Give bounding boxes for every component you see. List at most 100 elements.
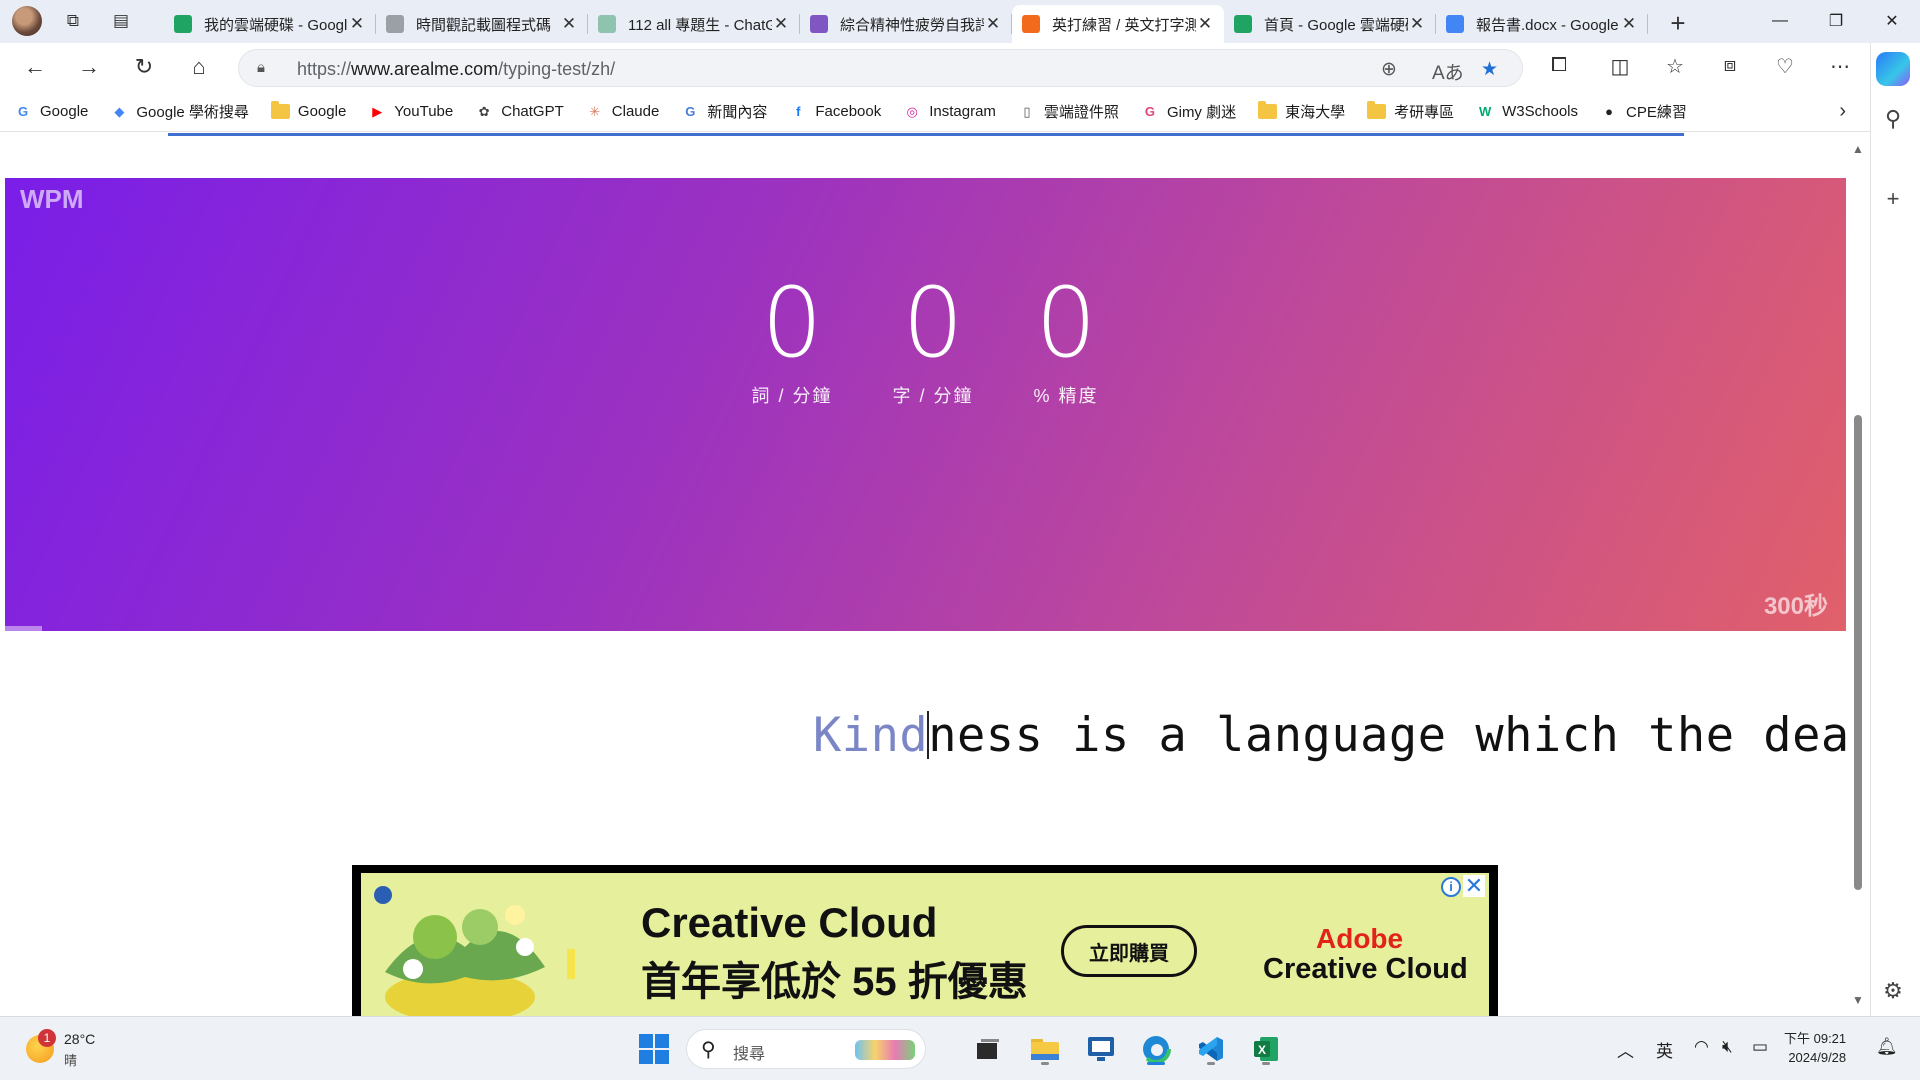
browser-tab[interactable]: 時間觀記載圖程式碼 ✕ xyxy=(376,5,588,43)
sidebar-add-icon[interactable]: + xyxy=(1880,186,1906,212)
ad-close-icon[interactable]: ✕ xyxy=(1463,875,1485,897)
bookmark-item[interactable]: ▶ YouTube xyxy=(368,103,453,121)
task-view-button[interactable] xyxy=(970,1031,1006,1067)
stat-characters-per-minute: 0 字 / 分鐘 xyxy=(863,268,1003,408)
bookmark-item[interactable]: G Gimy 劇迷 xyxy=(1141,101,1236,122)
bookmark-item[interactable]: ● CPE練習 xyxy=(1600,101,1687,122)
lock-icon[interactable]: 🔒︎ xyxy=(257,59,265,76)
folder-icon xyxy=(1031,1039,1059,1060)
bookmark-item[interactable]: 東海大學 xyxy=(1258,101,1345,122)
home-button[interactable]: ⌂ xyxy=(184,54,214,80)
close-tab-icon[interactable]: ✕ xyxy=(984,14,1002,34)
close-tab-icon[interactable]: ✕ xyxy=(772,14,790,34)
notification-bell-icon[interactable]: 🔔︎ xyxy=(1876,1037,1898,1057)
ad-brand-product: Creative Cloud xyxy=(1263,953,1468,985)
bookmark-item[interactable]: G 新聞內容 xyxy=(681,101,767,122)
new-tab-button[interactable]: + xyxy=(1663,8,1693,39)
input-method-indicator[interactable]: 英 xyxy=(1656,1037,1673,1062)
url-text[interactable]: https://www.arealme.com/typing-test/zh/ xyxy=(297,59,615,80)
start-button[interactable] xyxy=(636,1031,672,1067)
browser-tab[interactable]: 112 all 專題生 - ChatGPT✕ xyxy=(588,5,800,43)
close-tab-icon[interactable]: ✕ xyxy=(1408,14,1426,34)
profile-avatar[interactable] xyxy=(12,6,42,36)
edge-browser-button[interactable] xyxy=(1138,1031,1174,1067)
sidebar-search-icon[interactable]: ⚲ xyxy=(1880,106,1906,132)
refresh-button[interactable]: ↻ xyxy=(129,54,159,80)
bookmark-item[interactable]: W W3Schools xyxy=(1476,103,1578,121)
typing-text-area[interactable]: Kindness is a language which the deaf ca xyxy=(813,708,1870,763)
sidebar-settings-icon[interactable]: ⚙ xyxy=(1880,978,1906,1004)
vertical-tabs-icon[interactable]: ▤ xyxy=(108,8,134,34)
browser-tab[interactable]: 報告書.docx - Google 文件✕ xyxy=(1436,5,1648,43)
github-icon: ● xyxy=(1605,104,1613,119)
running-indicator xyxy=(1041,1062,1049,1065)
favorite-star-icon[interactable]: ★ xyxy=(1481,58,1498,81)
scroll-down-arrow-icon[interactable]: ▼ xyxy=(1852,993,1864,1007)
bookmark-item[interactable]: ▯ 雲端證件照 xyxy=(1018,101,1119,122)
scroll-up-arrow-icon[interactable]: ▲ xyxy=(1852,142,1864,156)
stat-label: % 精度 xyxy=(1033,386,1099,406)
workspaces-icon[interactable]: ⧉ xyxy=(60,8,86,34)
close-tab-icon[interactable]: ✕ xyxy=(1196,14,1214,34)
wifi-icon[interactable]: ◠ xyxy=(1694,1037,1709,1057)
show-hidden-icons-chevron-icon[interactable]: ︿ xyxy=(1617,1037,1634,1062)
close-tab-icon[interactable]: ✕ xyxy=(560,14,578,34)
weather-widget[interactable]: 1 28°C 晴 xyxy=(22,1029,112,1069)
clock-time: 下午 09:21 xyxy=(1784,1031,1847,1046)
minimize-button[interactable]: — xyxy=(1752,0,1808,42)
forward-button[interactable]: → xyxy=(74,54,104,80)
favorites-icon[interactable]: ☆ xyxy=(1661,54,1689,79)
bookmark-item[interactable]: ✳ Claude xyxy=(586,103,659,121)
taskbar-search-box[interactable]: ⚲ 搜尋 xyxy=(686,1029,926,1069)
split-screen-icon[interactable]: ◫ xyxy=(1606,54,1634,79)
copilot-icon[interactable] xyxy=(1876,52,1910,86)
back-button[interactable]: ← xyxy=(20,54,50,80)
close-tab-icon[interactable]: ✕ xyxy=(348,14,366,34)
speaker-muted-icon[interactable]: 🔇︎ xyxy=(1722,1037,1733,1057)
restore-button[interactable]: ❐ xyxy=(1808,0,1864,42)
bookmark-item[interactable]: ◆ Google 學術搜尋 xyxy=(110,101,249,122)
advertisement-banner[interactable]: Creative Cloud 首年享低於 55 折優惠 立即購買 Adobe C… xyxy=(352,865,1498,1016)
page-scrollbar[interactable]: ▲ ▼ xyxy=(1846,133,1870,1016)
battery-icon[interactable]: ▭ xyxy=(1752,1037,1768,1057)
bookmark-item[interactable]: 考研專區 xyxy=(1367,101,1454,122)
bookmark-item[interactable]: ◎ Instagram xyxy=(903,103,996,121)
excel-button[interactable]: X xyxy=(1248,1031,1284,1067)
extensions-icon[interactable]: ⧠ xyxy=(1545,54,1573,77)
browser-essentials-icon[interactable]: ♡ xyxy=(1771,54,1799,79)
address-bar[interactable]: 🔒︎ https://www.arealme.com/typing-test/z… xyxy=(238,49,1523,87)
read-aloud-icon[interactable]: Aあ xyxy=(1432,58,1464,85)
ad-buy-button[interactable]: 立即購買 xyxy=(1061,925,1197,977)
more-menu-icon[interactable]: ⋯ xyxy=(1826,54,1854,79)
stat-words-per-minute: 0 詞 / 分鐘 xyxy=(722,268,862,408)
bookmark-item[interactable]: ✿ ChatGPT xyxy=(475,103,564,121)
bookmark-label: Google 學術搜尋 xyxy=(136,104,249,121)
browser-tab[interactable]: 英打練習 / 英文打字測試✕ xyxy=(1012,5,1224,43)
vscode-button[interactable] xyxy=(1193,1031,1229,1067)
browser-tab[interactable]: 我的雲端硬碟 - Google 雲端硬碟✕ xyxy=(164,5,376,43)
system-clock[interactable]: 下午 09:21 2024/9/28 xyxy=(1784,1029,1846,1067)
browser-tab[interactable]: 綜合精神性疲勞自我評估✕ xyxy=(800,5,1012,43)
chevron-right-icon[interactable]: › xyxy=(1839,100,1846,123)
file-explorer-button[interactable] xyxy=(1027,1031,1063,1067)
folder-icon xyxy=(1258,101,1278,119)
bookmark-item[interactable]: G Google xyxy=(14,103,88,121)
bookmark-item[interactable]: Google xyxy=(270,101,346,120)
collections-icon[interactable]: ⧈ xyxy=(1716,54,1744,77)
scroll-thumb[interactable] xyxy=(1854,415,1862,890)
close-tab-icon[interactable]: ✕ xyxy=(1620,14,1638,34)
close-window-button[interactable]: ✕ xyxy=(1864,0,1920,42)
page-loading-line xyxy=(168,133,1684,136)
bookmark-item[interactable]: f Facebook xyxy=(789,103,881,121)
w3schools-icon: W xyxy=(1479,104,1492,119)
ad-info-icon[interactable]: i xyxy=(1441,877,1461,897)
windows-logo-icon xyxy=(639,1034,669,1064)
bookmark-label: W3Schools xyxy=(1502,103,1579,120)
vscode-icon xyxy=(1199,1037,1223,1061)
bookmark-label: ChatGPT xyxy=(501,103,564,120)
browser-tab[interactable]: 首頁 - Google 雲端硬碟 ✕ xyxy=(1224,5,1436,43)
bookmark-label: 考研專區 xyxy=(1394,104,1455,121)
remote-desktop-button[interactable] xyxy=(1083,1031,1119,1067)
wpm-label: WPM xyxy=(20,184,84,214)
zoom-icon[interactable]: ⊕ xyxy=(1381,58,1397,81)
